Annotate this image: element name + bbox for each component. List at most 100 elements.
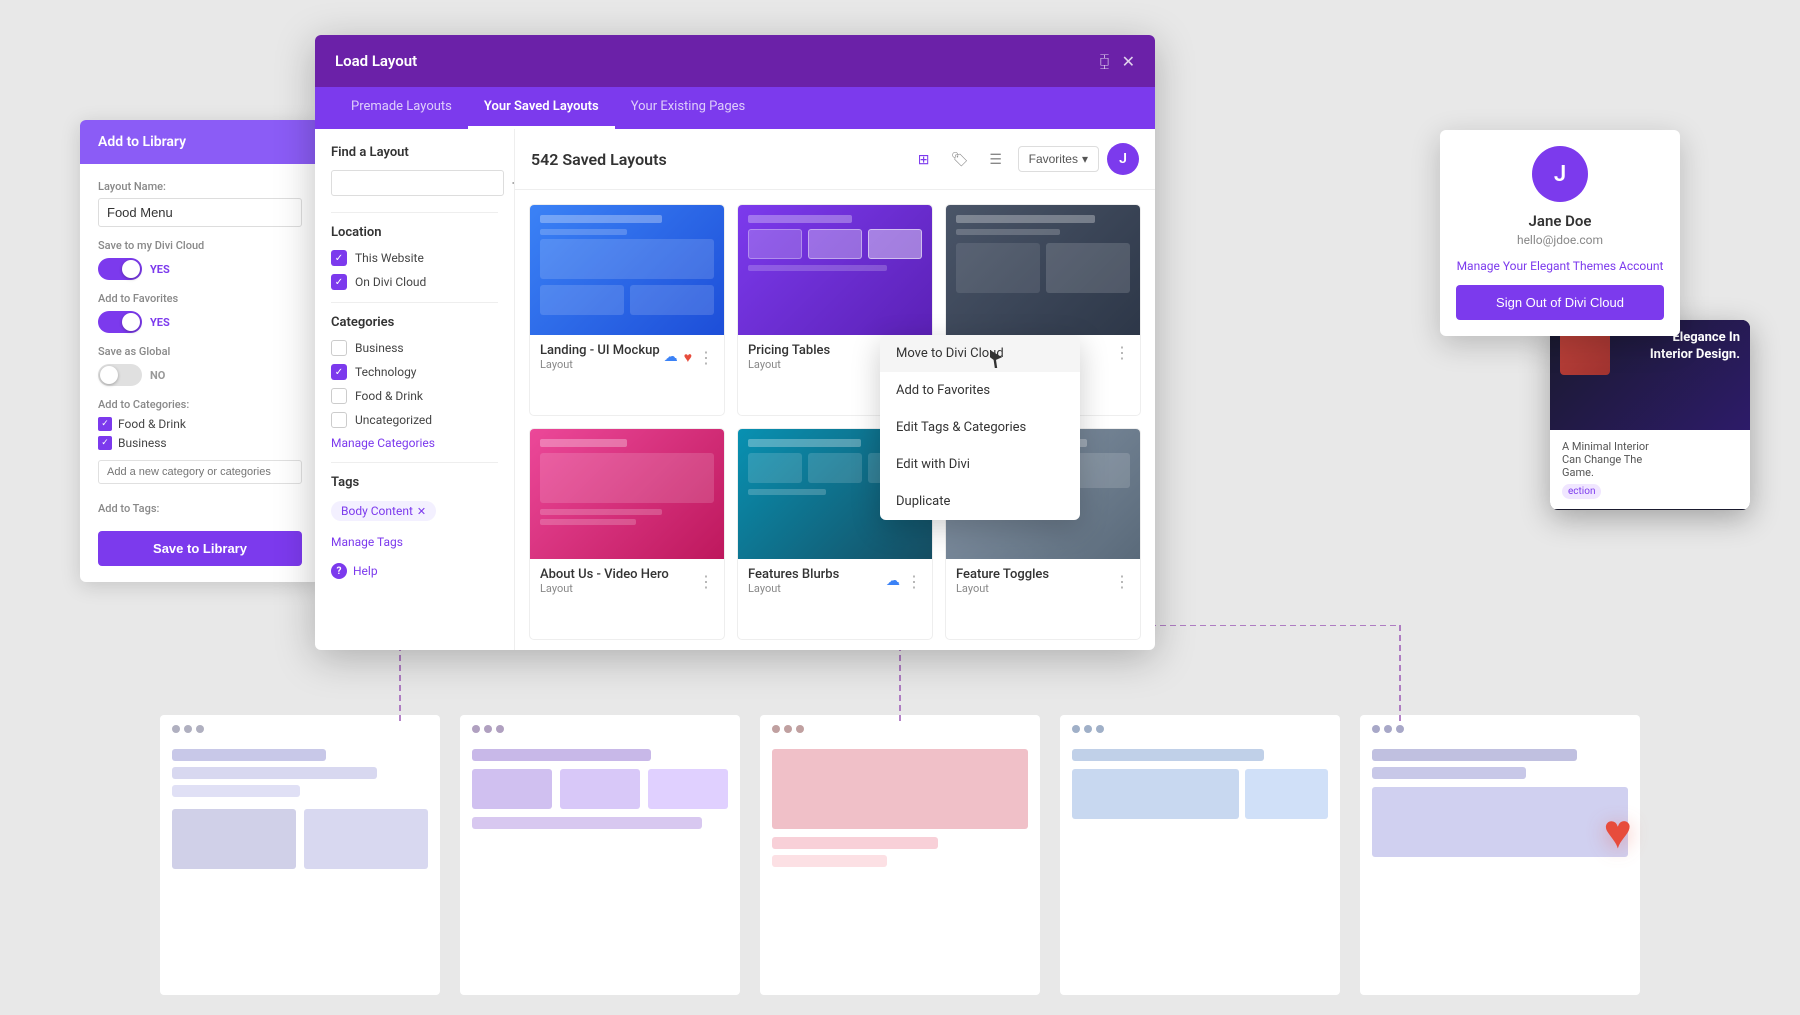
sidebar-categories: ✓ Food & Drink ✓ Business (98, 417, 302, 450)
layout-info-1: Landing - UI Mockup Layout ☁ ♥ ⋮ (530, 335, 724, 379)
content-header: 542 Saved Layouts ⊞ 🏷 ☰ Favorites ▾ J (515, 129, 1155, 190)
divider-1 (331, 212, 498, 213)
search-input[interactable] (331, 170, 504, 196)
cat-uncategorized[interactable]: Uncategorized (331, 412, 498, 428)
tab-saved-layouts[interactable]: Your Saved Layouts (468, 87, 615, 129)
context-duplicate[interactable]: Duplicate (880, 483, 1080, 520)
layout-actions-5: ☁ ⋮ (886, 572, 922, 591)
global-toggle[interactable] (98, 364, 142, 386)
grid-view-button[interactable]: ⊞ (910, 145, 938, 173)
more-icon-5[interactable]: ⋮ (906, 572, 922, 591)
categories-title: Categories (331, 315, 498, 330)
tab-premade-layouts[interactable]: Premade Layouts (335, 87, 468, 129)
layout-info-5: Features Blurbs Layout ☁ ⋮ (738, 559, 932, 603)
heart-icon-1[interactable]: ♥ (684, 349, 692, 366)
cat-food-drink[interactable]: Food & Drink (331, 388, 498, 404)
list-view-button[interactable]: ☰ (982, 145, 1010, 173)
user-avatar-button[interactable]: J (1107, 143, 1139, 175)
divi-cloud-toggle-text: YES (150, 263, 170, 276)
context-edit-with-divi[interactable]: Edit with Divi (880, 446, 1080, 483)
cloud-icon-1: ☁ (664, 349, 678, 365)
layout-thumb-4 (530, 429, 724, 559)
pin-icon[interactable]: ⧮ (1099, 51, 1109, 71)
layout-card-1[interactable]: Landing - UI Mockup Layout ☁ ♥ ⋮ (529, 204, 725, 416)
divi-cloud-toggle[interactable] (98, 258, 142, 280)
tag-view-button[interactable]: 🏷 (946, 145, 974, 173)
check-food: ✓ (98, 417, 112, 431)
manage-account-link[interactable]: Manage Your Elegant Themes Account (1456, 259, 1664, 273)
layout-name-input[interactable] (98, 198, 302, 227)
check-technology: ✓ (331, 364, 347, 380)
layout-name-2: Pricing Tables (748, 343, 830, 358)
context-edit-tags[interactable]: Edit Tags & Categories (880, 409, 1080, 446)
uncheck-uncategorized (331, 412, 347, 428)
layout-thumb-3 (946, 205, 1140, 335)
toggle-knob (122, 260, 140, 278)
sidebar-category-food: ✓ Food & Drink (98, 417, 302, 431)
design-hero-subtitle: A Minimal InteriorCan Change TheGame. (1562, 440, 1738, 479)
layout-actions-6: ⋮ (1114, 572, 1130, 591)
favorites-toggle-text: YES (150, 316, 170, 329)
context-move-to-cloud[interactable]: Move to Divi Cloud (880, 335, 1080, 372)
layout-type-6: Layout (956, 582, 1049, 595)
manage-categories-link[interactable]: Manage Categories (331, 436, 498, 450)
sign-out-button[interactable]: Sign Out of Divi Cloud (1456, 285, 1664, 320)
close-icon[interactable]: ✕ (1122, 52, 1135, 71)
cloud-icon-5: ☁ (886, 573, 900, 589)
sidebar-header[interactable]: Add to Library (80, 120, 320, 164)
modal-header: Load Layout ⧮ ✕ (315, 35, 1155, 87)
check-this-website: ✓ (331, 250, 347, 266)
cat-business[interactable]: Business (331, 340, 498, 356)
favorites-filter-button[interactable]: Favorites ▾ (1018, 146, 1099, 172)
help-section[interactable]: ? Help (331, 563, 498, 579)
body-content-tag[interactable]: Body Content ✕ (331, 501, 436, 521)
layout-card-4[interactable]: About Us - Video Hero Layout ⋮ (529, 428, 725, 640)
design-hero-top: Elegance InInterior Design. (1550, 320, 1750, 430)
layout-actions-4: ⋮ (698, 572, 714, 591)
add-to-favorites-label: Add to Favorites (98, 292, 302, 305)
bg-thumb-2 (460, 715, 740, 995)
design-hero-bottom: A Minimal InteriorCan Change TheGame. ec… (1550, 430, 1750, 509)
save-to-library-button[interactable]: Save to Library (98, 531, 302, 566)
background-thumbnails (0, 635, 1800, 1015)
content-title: 542 Saved Layouts (531, 150, 667, 169)
help-icon: ? (331, 563, 347, 579)
favorites-toggle[interactable] (98, 311, 142, 333)
more-icon-6[interactable]: ⋮ (1114, 572, 1130, 591)
context-menu: Move to Divi Cloud Add to Favorites Edit… (880, 335, 1080, 520)
layout-name-5: Features Blurbs (748, 567, 839, 582)
design-hero-card: Elegance InInterior Design. A Minimal In… (1550, 320, 1750, 510)
help-label: Help (353, 564, 378, 578)
location-title: Location (331, 225, 498, 240)
modal-title: Load Layout (335, 52, 417, 70)
user-dropdown: J Jane Doe hello@jdoe.com Manage Your El… (1440, 130, 1680, 336)
divider-3 (331, 462, 498, 463)
layout-thumb-2 (738, 205, 932, 335)
location-this-website[interactable]: ✓ This Website (331, 250, 498, 266)
layout-name-4: About Us - Video Hero (540, 567, 669, 582)
more-icon-3[interactable]: ⋮ (1114, 343, 1130, 362)
add-category-input[interactable] (98, 460, 302, 484)
layout-name-6: Feature Toggles (956, 567, 1049, 582)
layout-type-5: Layout (748, 582, 839, 595)
user-name: Jane Doe (1456, 212, 1664, 230)
more-icon-4[interactable]: ⋮ (698, 572, 714, 591)
layout-actions-1: ☁ ♥ ⋮ (664, 348, 714, 367)
add-to-tags-label: Add to Tags: (98, 502, 302, 515)
location-divi-cloud[interactable]: ✓ On Divi Cloud (331, 274, 498, 290)
manage-tags-link[interactable]: Manage Tags (331, 535, 498, 549)
more-icon-1[interactable]: ⋮ (698, 348, 714, 367)
floating-heart: ♥ (1604, 803, 1633, 860)
header-controls: ⊞ 🏷 ☰ Favorites ▾ J (910, 143, 1139, 175)
tags-title: Tags (331, 475, 498, 490)
bg-thumb-1 (160, 715, 440, 995)
cat-technology[interactable]: ✓ Technology (331, 364, 498, 380)
add-to-library-sidebar: Add to Library Layout Name: Save to my D… (80, 120, 320, 582)
remove-tag-icon[interactable]: ✕ (417, 505, 426, 518)
tab-existing-pages[interactable]: Your Existing Pages (615, 87, 762, 129)
divi-cloud-label: Save to my Divi Cloud (98, 239, 302, 252)
categories-label: Add to Categories: (98, 398, 302, 411)
layout-type-4: Layout (540, 582, 669, 595)
context-add-to-favorites[interactable]: Add to Favorites (880, 372, 1080, 409)
bg-thumb-3 (760, 715, 1040, 995)
